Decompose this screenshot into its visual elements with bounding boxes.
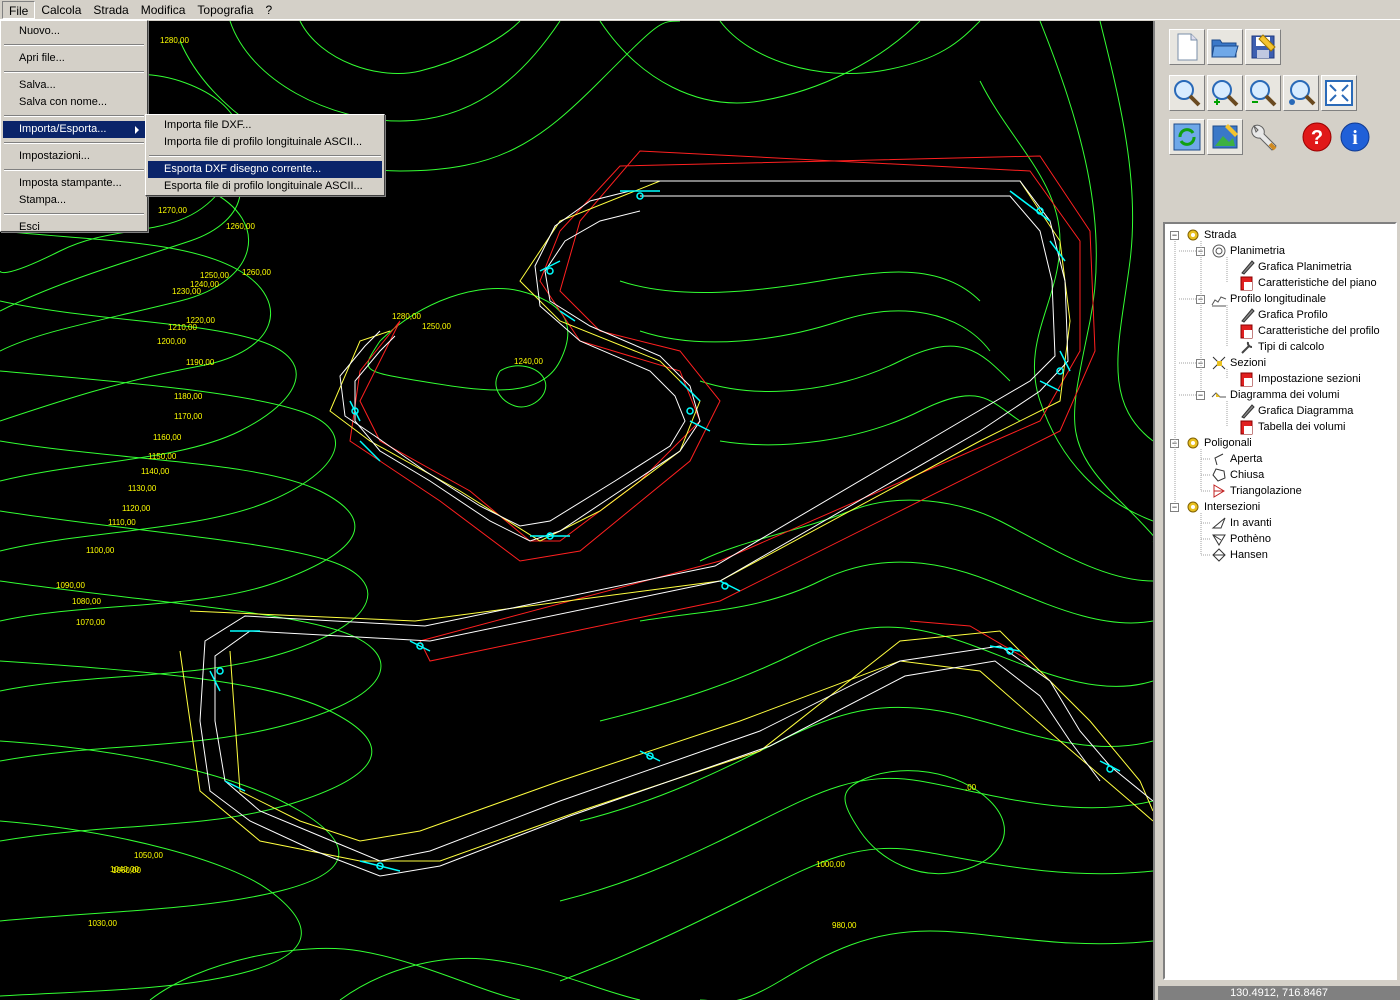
menu-item-stampa[interactable]: Stampa...: [3, 192, 145, 209]
elev-label: 1280,00: [392, 312, 421, 321]
settings-button[interactable]: [1245, 119, 1281, 155]
zoom-in-button[interactable]: [1207, 75, 1243, 111]
zoom-out-icon: [1250, 80, 1277, 107]
elev-label: 1150,00: [148, 452, 177, 461]
project-tree[interactable]: − Strada − Planimetria Grafica Planimetr…: [1163, 222, 1397, 980]
menu-item-esporta-dxf[interactable]: Esporta DXF disegno corrente...: [148, 161, 382, 178]
elev-label: 1180,00: [174, 392, 203, 401]
menu-separator: [4, 169, 144, 171]
refresh-icon: [1173, 123, 1201, 151]
menu-item-importa-esporta[interactable]: Importa/Esporta...: [3, 121, 145, 138]
menu-separator: [4, 213, 144, 215]
elev-label: 1160,00: [153, 433, 182, 442]
menu-modifica[interactable]: Modifica: [135, 1, 192, 19]
wrench-icon: [1251, 124, 1277, 151]
elev-label: 1240,00: [514, 357, 543, 366]
menu-strada[interactable]: Strada: [87, 1, 134, 19]
elev-label: 1260,00: [242, 268, 271, 277]
elev-label: 1280,00: [160, 36, 189, 45]
zoom-icon: [1174, 80, 1201, 107]
menu-item-salva[interactable]: Salva...: [3, 77, 145, 94]
elev-label: 1120,00: [122, 504, 151, 513]
help-button[interactable]: ?: [1299, 119, 1335, 155]
zoom-extents-button[interactable]: [1321, 75, 1357, 111]
tree-connectors: [1174, 241, 1228, 556]
new-file-icon: [1177, 33, 1198, 61]
menu-item-esci[interactable]: Esci: [3, 219, 145, 236]
menu-calcola[interactable]: Calcola: [35, 1, 87, 19]
svg-text:?: ?: [1311, 127, 1323, 149]
elev-label: 1210,00: [168, 323, 197, 332]
elev-label: 1190,00: [186, 358, 215, 367]
elev-label: 980,00: [832, 921, 857, 930]
svg-text:i: i: [1352, 127, 1358, 149]
zoom-window-button[interactable]: [1283, 75, 1319, 111]
menu-separator: [4, 44, 144, 46]
elev-label: 1050,00: [134, 851, 163, 860]
toolbar: ? i: [1165, 29, 1395, 219]
menu-separator: [4, 142, 144, 144]
new-file-button[interactable]: [1169, 29, 1205, 65]
image-button[interactable]: [1207, 119, 1243, 155]
elev-label: 1140,00: [141, 467, 170, 476]
info-icon: i: [1340, 122, 1370, 152]
elev-label: 1030,00: [88, 919, 117, 928]
elev-label: 1040,00: [110, 865, 139, 874]
menu-item-importa-dxf[interactable]: Importa file DXF...: [148, 117, 382, 134]
menu-item-esporta-profilo-ascii[interactable]: Esporta file di profilo longituinale ASC…: [148, 178, 382, 195]
menu-help[interactable]: ?: [259, 1, 278, 19]
import-export-submenu: Importa file DXF... Importa file di prof…: [145, 114, 385, 196]
elev-label: 1070,00: [76, 618, 105, 627]
menu-item-importa-profilo-ascii[interactable]: Importa file di profilo longituinale ASC…: [148, 134, 382, 151]
status-coordinates: 130.4912, 716.8467: [1158, 986, 1400, 1000]
elev-label: 1260,00: [226, 222, 255, 231]
road-centerline: [199, 180, 1153, 877]
image-icon: [1212, 124, 1238, 149]
info-button[interactable]: i: [1337, 119, 1373, 155]
elev-label: 1270,00: [158, 206, 187, 215]
elev-label: ,00: [965, 783, 977, 792]
elev-label: 1250,00: [200, 271, 229, 280]
menu-separator: [149, 155, 381, 157]
menu-bar: File Calcola Strada Modifica Topografia …: [0, 0, 1400, 20]
menu-separator: [4, 71, 144, 73]
open-folder-button[interactable]: [1207, 29, 1243, 65]
elev-label: 1110,00: [108, 518, 136, 527]
menu-item-nuovo[interactable]: Nuovo...: [3, 23, 145, 40]
elev-label: 1080,00: [72, 597, 101, 606]
elev-label: 1100,00: [86, 546, 115, 555]
zoom-button[interactable]: [1169, 75, 1205, 111]
elev-label: 1090,00: [56, 581, 85, 590]
menu-item-salva-con-nome[interactable]: Salva con nome...: [3, 94, 145, 111]
refresh-button[interactable]: [1169, 119, 1205, 155]
menu-item-apri-file[interactable]: Apri file...: [3, 50, 145, 67]
save-disk-icon: [1251, 34, 1276, 59]
elev-label: 1130,00: [128, 484, 157, 493]
elev-label: 1200,00: [157, 337, 186, 346]
submenu-arrow-icon: [135, 126, 139, 134]
menu-item-label: Importa/Esporta...: [19, 123, 107, 135]
elev-label: 1230,00: [172, 287, 201, 296]
zoom-out-button[interactable]: [1245, 75, 1281, 111]
road-border-yellow: [179, 180, 1153, 862]
help-icon: ?: [1302, 122, 1332, 152]
menu-topografia[interactable]: Topografia: [191, 1, 259, 19]
file-menu-dropdown: Nuovo... Apri file... Salva... Salva con…: [0, 20, 148, 233]
right-panel: ? i − Strada − Planimetria Grafica Plani…: [1153, 21, 1400, 1000]
zoom-window-icon: [1289, 80, 1316, 106]
menu-file[interactable]: File: [2, 0, 36, 19]
menu-item-impostazioni[interactable]: Impostazioni...: [3, 148, 145, 165]
zoom-extents-icon: [1325, 80, 1353, 106]
station-markers: [209, 190, 1121, 872]
open-folder-icon: [1211, 39, 1239, 58]
elev-label: 1000,00: [816, 860, 845, 869]
save-button[interactable]: [1245, 29, 1281, 65]
elev-label: 1170,00: [174, 412, 203, 421]
menu-separator: [4, 115, 144, 117]
zoom-in-icon: [1212, 80, 1239, 107]
menu-item-imposta-stampante[interactable]: Imposta stampante...: [3, 175, 145, 192]
elev-label: 1250,00: [422, 322, 451, 331]
